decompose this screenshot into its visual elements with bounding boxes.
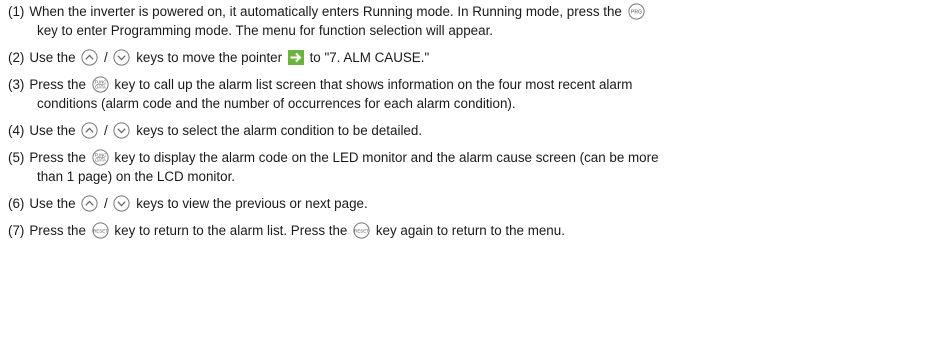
step-text: Use the [29, 123, 76, 138]
step-text: When the inverter is powered on, it auto… [29, 4, 622, 19]
step-6: (6) Use the / keys to view the previous o… [8, 194, 930, 213]
slash: / [104, 123, 108, 138]
prg-key-label: PRG [630, 9, 641, 15]
step-text-cont: key to enter Programming mode. The menu … [37, 23, 494, 38]
instruction-steps: (1) When the inverter is powered on, it a… [0, 0, 937, 337]
step-number: (6) [8, 196, 25, 211]
func-data-key-icon: FUNC DATA [92, 76, 109, 93]
step-text-cont: conditions (alarm code and the number of… [37, 96, 516, 111]
up-key-icon [81, 195, 98, 212]
step-text: keys to move the pointer [136, 50, 283, 65]
down-key-icon [113, 122, 131, 139]
step-number: (2) [8, 50, 25, 65]
step-text: Use the [29, 196, 76, 211]
pointer-arrow-icon [287, 50, 304, 65]
step-number: (1) [8, 4, 25, 19]
slash: / [104, 196, 108, 211]
svg-text:DATA: DATA [95, 158, 106, 163]
step-2: (2) Use the / keys to move the pointer to… [8, 48, 930, 67]
prg-key-icon: PRG [627, 3, 645, 20]
reset-key-label: RESET [354, 228, 369, 233]
step-text: key to call up the alarm list screen tha… [114, 77, 633, 92]
step-number: (3) [8, 77, 25, 92]
reset-key-icon: RESET [353, 222, 370, 239]
reset-key-icon: RESET [92, 222, 109, 239]
down-key-icon [113, 49, 131, 66]
step-text: to "7. ALM CAUSE." [309, 50, 430, 65]
step-text: Press the [29, 77, 86, 92]
step-number: (7) [8, 223, 25, 238]
reset-key-label: RESET [93, 228, 108, 233]
step-3: (3) Press the FUNC DATA key to call up th… [8, 75, 930, 113]
step-text: Press the [29, 150, 86, 165]
slash: / [104, 50, 108, 65]
down-key-icon [113, 195, 131, 212]
func-data-key-icon: FUNC DATA [92, 149, 109, 166]
step-4: (4) Use the / keys to select the alarm co… [8, 121, 930, 140]
step-1: (1) When the inverter is powered on, it a… [8, 2, 930, 40]
step-text: Press the [29, 223, 86, 238]
step-5: (5) Press the FUNC DATA key to display th… [8, 148, 930, 186]
up-key-icon [81, 49, 98, 66]
step-text: keys to view the previous or next page. [136, 196, 368, 211]
up-key-icon [81, 122, 98, 139]
step-text: key to display the alarm code on the LED… [114, 150, 659, 165]
step-number: (4) [8, 123, 25, 138]
step-text: keys to select the alarm condition to be… [136, 123, 423, 138]
step-text: key again to return to the menu. [375, 223, 565, 238]
svg-text:DATA: DATA [95, 85, 106, 90]
step-text: Use the [29, 50, 76, 65]
step-text-cont: than 1 page) on the LCD monitor. [37, 169, 236, 184]
step-number: (5) [8, 150, 25, 165]
step-7: (7) Press the RESET key to return to the … [8, 221, 930, 240]
step-text: key to return to the alarm list. Press t… [114, 223, 348, 238]
